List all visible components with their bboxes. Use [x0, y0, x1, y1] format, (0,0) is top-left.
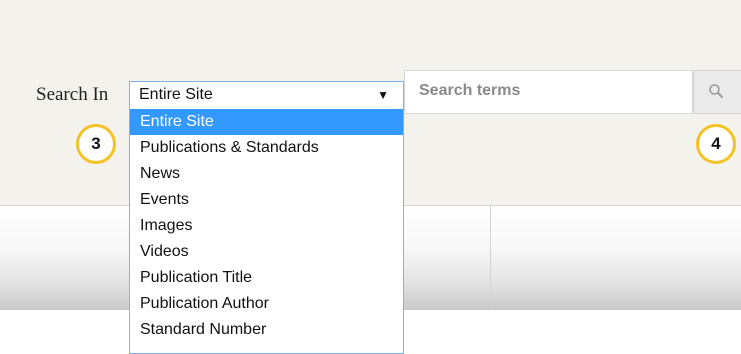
search-button[interactable]: [693, 70, 741, 114]
search-terms-placeholder: Search terms: [419, 82, 521, 99]
dropdown-arrow-icon: ▼: [377, 88, 389, 102]
search-terms-input[interactable]: Search terms: [404, 70, 693, 114]
search-scope-select[interactable]: Entire Site ▼: [129, 81, 404, 109]
magnifier-icon: [709, 84, 723, 98]
callout-badge-4: 4: [696, 124, 736, 164]
scope-option[interactable]: Events: [130, 187, 403, 213]
navigation-separator: [490, 206, 491, 310]
scope-option[interactable]: Videos: [130, 239, 403, 265]
scope-option[interactable]: Publication Title: [130, 265, 403, 291]
callout-badge-3: 3: [76, 124, 116, 164]
scope-option[interactable]: Standard Number: [130, 317, 403, 343]
scope-option[interactable]: Publication Author: [130, 291, 403, 317]
scope-option[interactable]: Entire Site: [130, 109, 403, 135]
search-scope-selected-value: Entire Site: [139, 86, 213, 103]
scope-option[interactable]: Publications & Standards: [130, 135, 403, 161]
scope-option[interactable]: Images: [130, 213, 403, 239]
search-in-label: Search In: [36, 84, 109, 105]
scope-option[interactable]: News: [130, 161, 403, 187]
search-scope-options: Entire Site Publications & Standards New…: [129, 109, 404, 354]
